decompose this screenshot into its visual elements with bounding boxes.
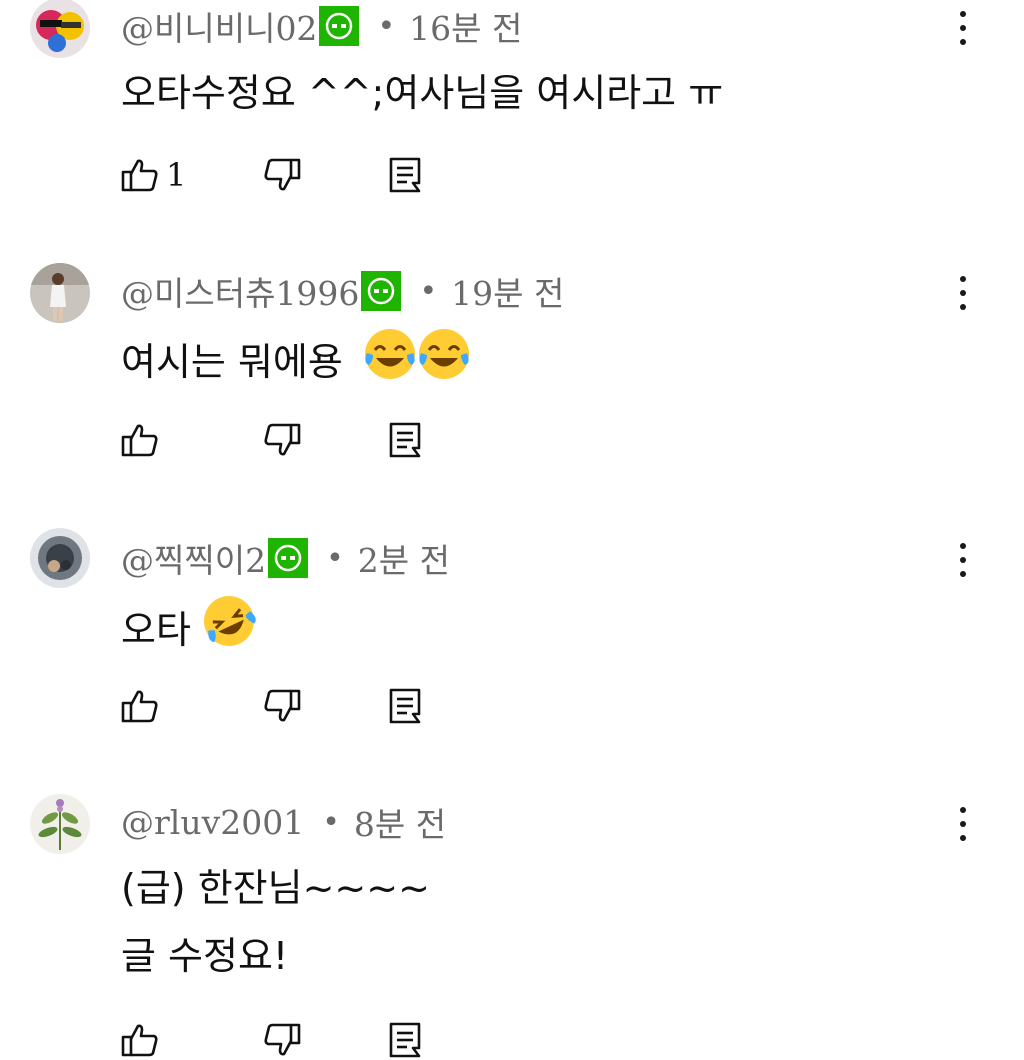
author-handle[interactable]: @찍찍이2: [121, 534, 266, 582]
avatar[interactable]: [30, 794, 90, 854]
comment-meta: @비니비니02 • 16분 전: [121, 4, 522, 48]
comment-meta: @미스터츄1996 • 19분 전: [121, 269, 564, 313]
meta-separator: •: [322, 804, 340, 840]
avatar[interactable]: [30, 263, 90, 323]
like-button[interactable]: 1: [120, 155, 186, 195]
dislike-button[interactable]: [262, 686, 302, 726]
comment-text: 오타: [121, 593, 257, 654]
comment-time[interactable]: 16분 전: [409, 2, 522, 50]
member-badge-icon: [361, 271, 402, 311]
reply-icon: [389, 422, 421, 458]
comment-time[interactable]: 19분 전: [451, 267, 564, 315]
thumbs-down-icon: [264, 423, 301, 456]
author-handle[interactable]: @rluv2001: [121, 803, 304, 842]
reply-button[interactable]: [386, 420, 426, 460]
reply-icon: [389, 1022, 421, 1058]
comment-text: 글 수정요!: [121, 934, 289, 978]
tears-of-joy-emoji-icon: [364, 329, 469, 379]
reply-button[interactable]: [386, 1020, 426, 1060]
avatar[interactable]: [30, 0, 90, 58]
rofl-emoji-icon: [204, 596, 256, 646]
more-vert-icon[interactable]: [948, 804, 978, 844]
reply-icon: [389, 157, 421, 193]
comment-meta: @rluv2001 • 8분 전: [121, 798, 446, 846]
more-vert-icon[interactable]: [948, 273, 978, 313]
thumbs-up-icon: [121, 690, 158, 723]
member-badge-icon: [319, 6, 360, 46]
thumbs-up-icon: [121, 159, 158, 192]
author-handle[interactable]: @비니비니02: [121, 2, 317, 50]
thumbs-down-icon: [264, 689, 301, 722]
thumbs-up-icon: [121, 424, 158, 457]
reply-icon: [389, 688, 421, 724]
meta-separator: •: [419, 273, 438, 309]
avatar[interactable]: [30, 528, 90, 588]
like-button[interactable]: [120, 420, 160, 460]
like-count: 1: [166, 156, 187, 194]
dislike-button[interactable]: [262, 1020, 302, 1060]
reply-button[interactable]: [386, 686, 426, 726]
dislike-button[interactable]: [262, 420, 302, 460]
like-button[interactable]: [120, 686, 160, 726]
meta-separator: •: [326, 540, 344, 576]
more-vert-icon[interactable]: [948, 540, 978, 580]
comment-text-content: 오타: [121, 608, 191, 652]
more-vert-icon[interactable]: [948, 8, 978, 48]
comment-time[interactable]: 2분 전: [358, 534, 450, 582]
thumbs-down-icon: [264, 158, 301, 191]
comment-text: 여시는 뭐에용: [121, 327, 471, 386]
comment-text-content: 여시는 뭐에용: [121, 340, 343, 384]
comment-meta: @찍찍이2 • 2분 전: [121, 536, 450, 580]
comment-text: (급) 한잔님~~~~: [121, 866, 430, 910]
thumbs-down-icon: [264, 1023, 301, 1056]
member-badge-icon: [268, 538, 309, 578]
meta-separator: •: [377, 8, 396, 44]
thumbs-up-icon: [121, 1024, 158, 1057]
comment-time[interactable]: 8분 전: [354, 798, 446, 846]
reply-button[interactable]: [386, 155, 426, 195]
author-handle[interactable]: @미스터츄1996: [121, 267, 359, 315]
like-button[interactable]: [120, 1020, 160, 1060]
comment-text: 오타수정요 ^^;여사님을 여시라고 ㅠ: [121, 71, 724, 115]
dislike-button[interactable]: [262, 155, 302, 195]
